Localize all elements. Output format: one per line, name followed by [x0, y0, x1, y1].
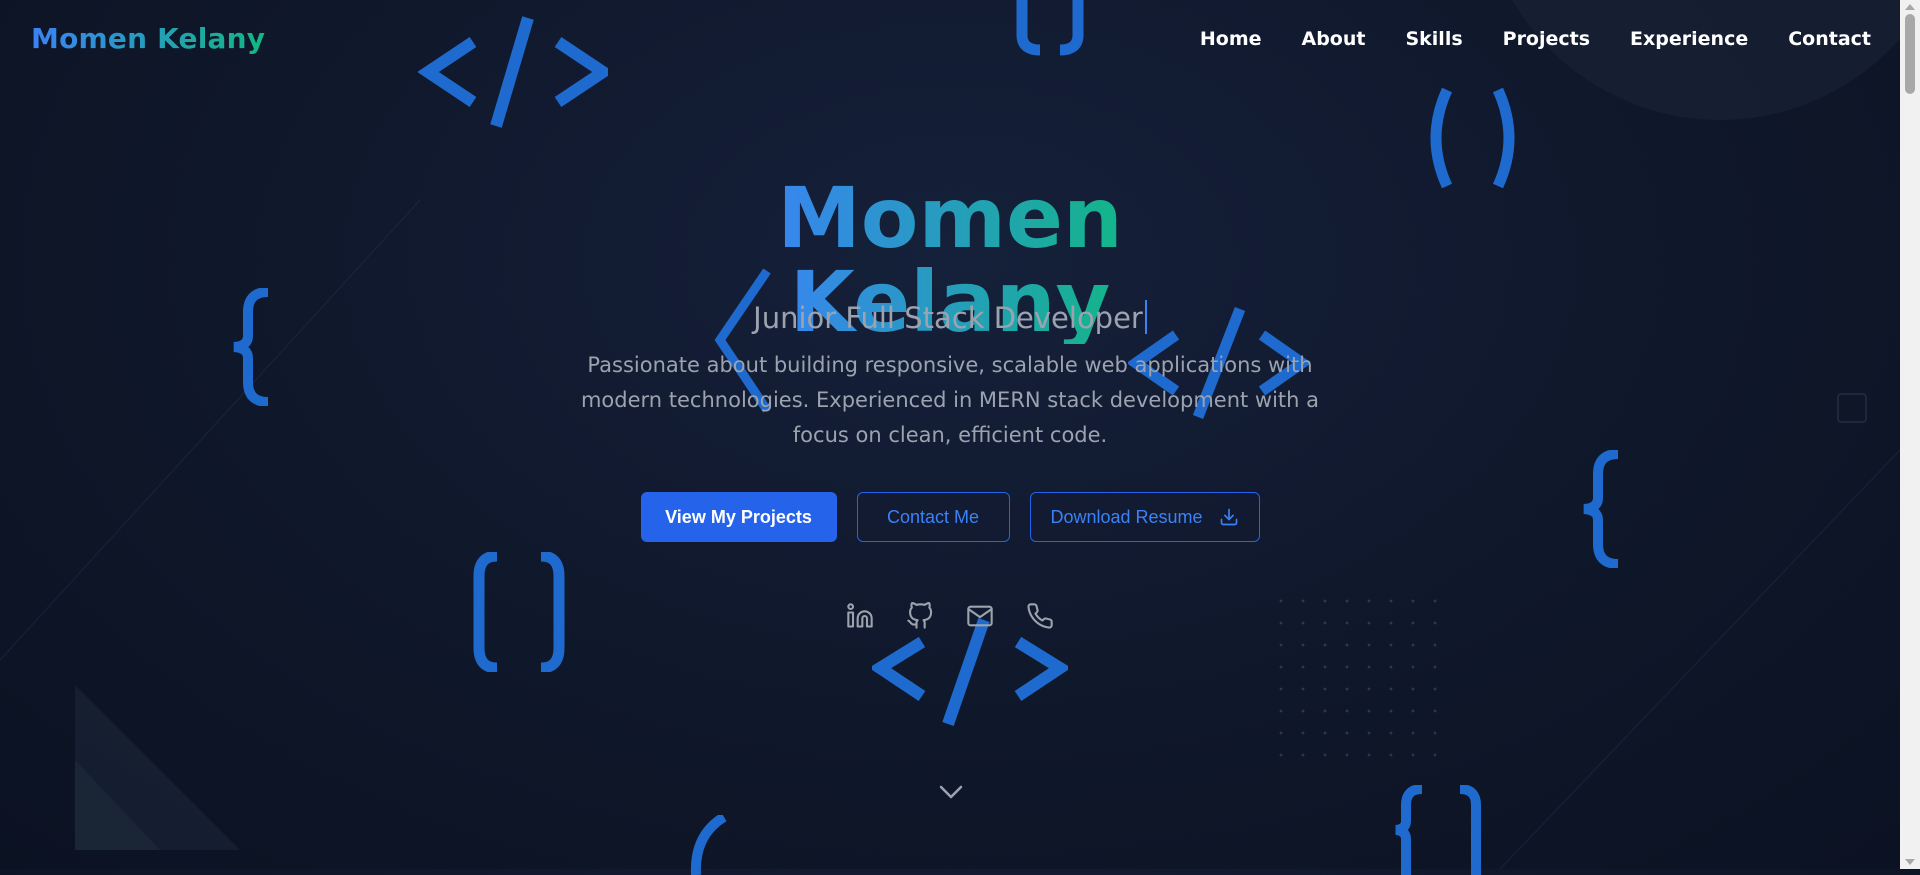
scroll-down-arrow-icon[interactable] [1905, 859, 1915, 865]
scroll-up-arrow-icon[interactable] [1905, 4, 1915, 10]
nav-link-projects[interactable]: Projects [1503, 28, 1590, 50]
nav-link-contact[interactable]: Contact [1788, 28, 1871, 50]
view-projects-button[interactable]: View My Projects [640, 492, 837, 542]
linkedin-icon [847, 603, 873, 628]
phone-link[interactable] [1024, 600, 1056, 632]
hero-section: Momen Kelany Junior Full Stack Developer… [0, 0, 1900, 869]
brand-logo[interactable]: Momen Kelany [31, 22, 265, 55]
nav-links: Home About Skills Projects Experience Co… [1200, 28, 1871, 50]
nav-link-skills[interactable]: Skills [1405, 28, 1462, 50]
phone-icon [1027, 603, 1053, 629]
navbar: Momen Kelany Home About Skills Projects … [0, 0, 1900, 84]
download-resume-label: Download Resume [1050, 506, 1203, 527]
hero-buttons: View My Projects Contact Me Download Res… [0, 492, 1900, 542]
linkedin-link[interactable] [844, 600, 876, 632]
contact-me-button[interactable]: Contact Me [856, 492, 1010, 542]
download-resume-button[interactable]: Download Resume [1029, 492, 1260, 542]
social-links [0, 600, 1900, 632]
page-scrollbar[interactable] [1900, 0, 1920, 869]
nav-link-about[interactable]: About [1302, 28, 1366, 50]
typing-caret [1144, 300, 1147, 334]
mail-icon [967, 605, 993, 627]
email-link[interactable] [964, 600, 996, 632]
hero-role-text: Junior Full Stack Developer [753, 301, 1143, 335]
github-icon [907, 602, 933, 629]
chevron-down-icon[interactable] [936, 780, 966, 804]
nav-link-home[interactable]: Home [1200, 28, 1262, 50]
download-icon [1220, 508, 1237, 526]
scrollbar-thumb[interactable] [1905, 14, 1915, 94]
github-link[interactable] [904, 600, 936, 632]
nav-link-experience[interactable]: Experience [1630, 28, 1748, 50]
hero-role: Junior Full Stack Developer [0, 300, 1900, 335]
hero-description: Passionate about building responsive, sc… [580, 353, 1320, 447]
